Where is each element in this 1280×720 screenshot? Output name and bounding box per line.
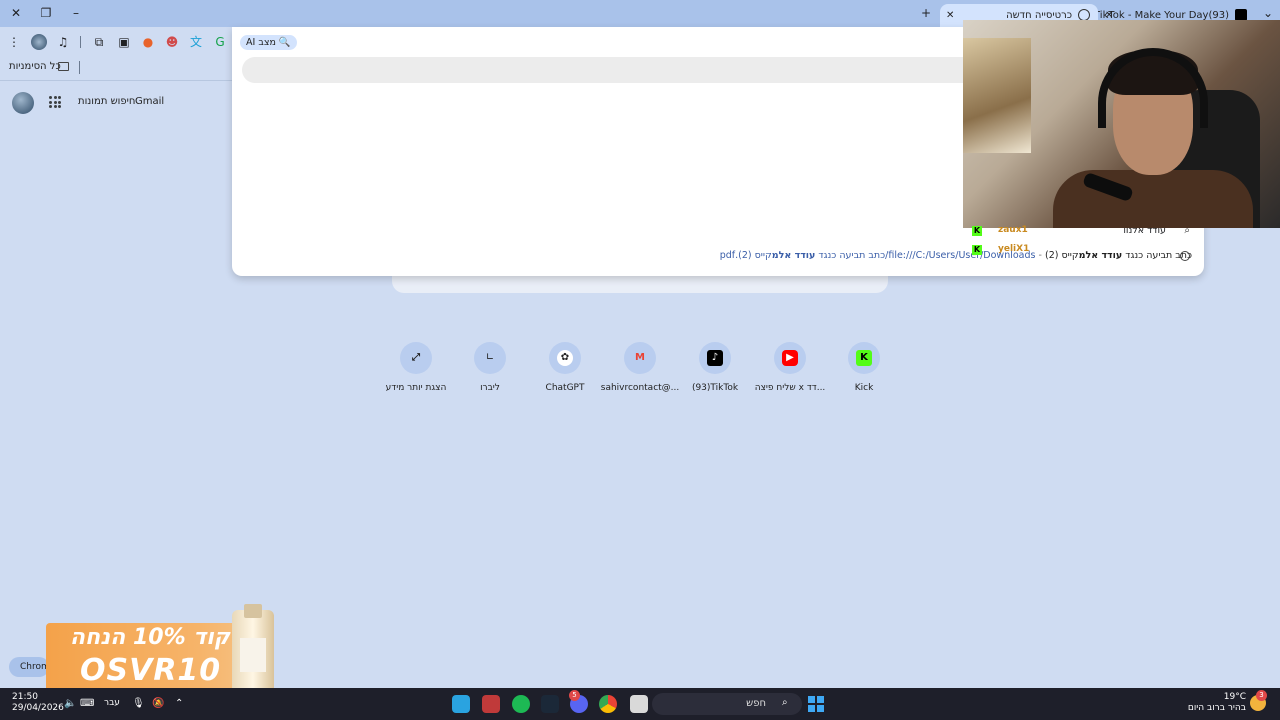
mail-app-icon[interactable] [482, 695, 500, 713]
microphone-icon[interactable]: 🎙 [132, 698, 145, 709]
toolbar-divider [80, 36, 81, 48]
promo-line1: קוד 10% הנחה [70, 625, 230, 650]
bookmarks-bottom-divider [0, 80, 232, 81]
notifications-off-icon[interactable]: 🔕 [152, 698, 164, 709]
tiktok-icon: ♪ [707, 350, 723, 366]
chatgpt-icon: ✿ [557, 350, 573, 366]
extensions-icon[interactable]: ⧉ [91, 34, 107, 50]
weather-temp: 19°C [1223, 692, 1246, 702]
tab-close-icon[interactable]: ✕ [946, 6, 954, 25]
profile-avatar[interactable] [31, 34, 47, 50]
omnibox-input[interactable] [242, 57, 982, 83]
shortcut-label: (93)TikTok [691, 383, 739, 393]
weather-badge: 3 [1256, 690, 1267, 701]
folder-icon [58, 62, 69, 71]
shortcut-label: שליח פיצה x דד... [754, 383, 826, 393]
shortcut-chatgpt[interactable]: ✿ ChatGPT [525, 342, 605, 393]
discord-badge: 5 [569, 690, 580, 701]
background-painting [963, 38, 1031, 153]
menu-icon[interactable]: ⋮ [6, 34, 22, 50]
ai-mode-label: מצב AI [246, 37, 276, 48]
perfume-bottle [232, 604, 274, 700]
ai-mode-icon: 🔍 [278, 37, 291, 48]
bookmarks-divider [79, 61, 80, 74]
extension-grammarly-icon[interactable]: G [212, 34, 228, 50]
kick-icon: K [972, 226, 982, 236]
volume-icon[interactable]: 🔈 [64, 698, 76, 709]
streamer-body [1053, 170, 1253, 228]
taskbar-search[interactable]: חפש [652, 693, 802, 715]
webcam-overlay [963, 20, 1280, 228]
shortcut-label: הצגת יותר מידע [385, 383, 447, 393]
clock[interactable]: 21:50 29/04/2026 [12, 692, 64, 714]
expand-icon: ⤢ [412, 352, 420, 363]
bookmarks-bar: כל הסימניות [0, 57, 240, 79]
suggestion-text-suffix: קייס (2) [1044, 250, 1079, 261]
ai-mode-chip[interactable]: 🔍 מצב AI [240, 35, 297, 50]
shortcut-label: ChatGPT [545, 383, 585, 393]
shortcut-label: sahivrcontact@... [600, 383, 680, 393]
customize-chrome-button[interactable]: Chrom [9, 657, 49, 677]
gmail-icon: M [635, 352, 645, 363]
shortcut-more-info[interactable]: ⤢ הצגת יותר מידע [376, 342, 456, 393]
close-window-icon[interactable]: ✕ [6, 4, 26, 22]
image-search-link[interactable]: חיפוש תמונות [78, 96, 135, 107]
extension-translate-icon[interactable]: 文 [188, 34, 204, 50]
kick-icon: K [856, 350, 872, 366]
shortcut-youtube[interactable]: ▶ שליח פיצה x דד... [750, 342, 830, 393]
spotify-icon[interactable] [512, 695, 530, 713]
google-apps-icon[interactable] [49, 96, 61, 108]
suggestion-text: כתב תביעה כנגד [1122, 250, 1192, 261]
clock-date: 29/04/2026 [12, 703, 64, 713]
media-control-icon[interactable]: ♫ [55, 34, 71, 50]
shortcut-label: Kick [854, 383, 874, 393]
shortcut-libro[interactable]: ∟ ליברו [450, 342, 530, 393]
restore-window-icon[interactable]: ❐ [36, 4, 56, 22]
extension-avatar-icon[interactable]: ☻ [164, 34, 180, 50]
extension-fox-icon[interactable]: ● [140, 34, 156, 50]
shortcut-label: ליברו [480, 383, 500, 393]
search-icon: ⌕ [782, 697, 788, 708]
language-indicator[interactable]: עבר [104, 698, 120, 708]
minimize-window-icon[interactable]: – [66, 4, 86, 22]
new-tab-button[interactable]: + [916, 4, 936, 22]
youtube-icon: ▶ [782, 350, 798, 366]
weather-widget[interactable]: 19°C בהיר ברוב היום [1188, 692, 1246, 714]
promo-code: OSVR10 [80, 653, 222, 688]
windows-start-icon[interactable] [808, 696, 824, 712]
weather-desc: בהיר ברוב היום [1187, 703, 1246, 713]
all-bookmarks-label[interactable]: כל הסימניות [9, 61, 61, 72]
clock-time: 21:50 [12, 692, 38, 702]
kick-icon: K [972, 245, 982, 255]
suggestion-bold: עודד אלמ [1078, 250, 1123, 261]
chat-username: zaux1 [998, 225, 1028, 235]
steam-icon[interactable] [541, 695, 559, 713]
chat-username: yeliX1 [998, 244, 1030, 254]
suggestion-file[interactable]: כתב תביעה כנגד עודד אלמקייס (2) - file:/… [702, 250, 1192, 264]
telegram-icon[interactable] [452, 695, 470, 713]
chevron-up-icon[interactable]: ⌃ [175, 698, 183, 709]
shortcut-gmail[interactable]: M sahivrcontact@... [600, 342, 680, 393]
google-account-avatar[interactable] [12, 92, 34, 114]
shortcut-tiktok[interactable]: ♪ (93)TikTok [675, 342, 755, 393]
chrome-taskbar-icon[interactable] [599, 695, 617, 713]
screen-capture-icon[interactable]: ▣ [116, 34, 132, 50]
task-view-icon[interactable] [630, 695, 648, 713]
shortcut-kick[interactable]: K Kick [824, 342, 904, 393]
network-icon[interactable]: ⌨ [80, 698, 94, 709]
suggestion-url: file:///C:/Users/User/Downloads/כתב תביע… [719, 250, 1036, 261]
taskbar: 21:50 29/04/2026 🔈 ⌨ עבר 🎙 🔕 ⌃ 5 חפש ⌕ 1… [0, 688, 1280, 720]
gmail-link[interactable]: Gmail [135, 96, 164, 107]
libro-icon: ∟ [485, 352, 495, 363]
